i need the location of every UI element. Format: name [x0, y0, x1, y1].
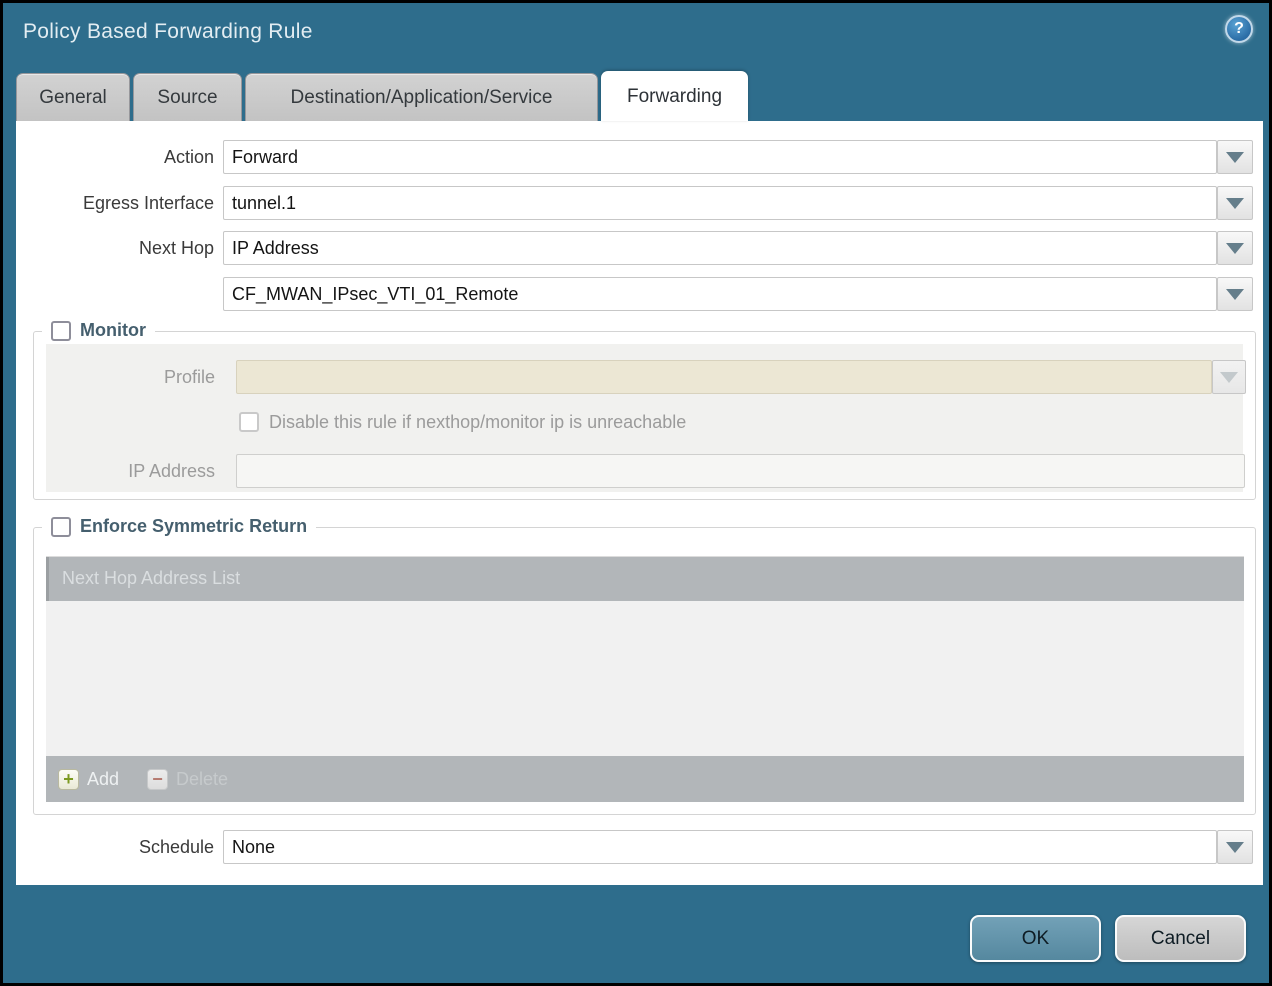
action-row: Action	[16, 140, 1263, 174]
chevron-down-icon	[1226, 152, 1244, 163]
enforce-symmetric-return-legend: Enforce Symmetric Return	[42, 516, 316, 537]
delete-button: − Delete	[147, 769, 228, 790]
next-hop-address-list-body	[46, 601, 1244, 756]
next-hop-type-dropdown-button[interactable]	[1217, 231, 1253, 265]
chevron-down-icon	[1220, 372, 1238, 383]
enforce-symmetric-return-checkbox[interactable]	[51, 517, 71, 537]
forwarding-tab-panel: Action Egress Interface Next Hop	[16, 121, 1263, 885]
monitor-section: Monitor Profile Disable this rule if nex…	[33, 331, 1256, 500]
schedule-dropdown-button[interactable]	[1217, 830, 1253, 864]
monitor-profile-input	[236, 360, 1212, 394]
action-input[interactable]	[223, 140, 1217, 174]
next-hop-address-dropdown-button[interactable]	[1217, 277, 1253, 311]
tab-source-label: Source	[157, 87, 217, 109]
tab-destination-label: Destination/Application/Service	[291, 87, 553, 109]
help-glyph: ?	[1234, 20, 1244, 38]
next-hop-row: Next Hop	[16, 231, 1263, 265]
cancel-button-label: Cancel	[1151, 928, 1210, 950]
action-dropdown-button[interactable]	[1217, 140, 1253, 174]
cancel-button[interactable]: Cancel	[1115, 915, 1246, 962]
chevron-down-icon	[1226, 198, 1244, 209]
monitor-disabled-panel: Profile Disable this rule if nexthop/mon…	[46, 344, 1243, 492]
monitor-ip-address-input	[236, 454, 1245, 488]
tab-forwarding[interactable]: Forwarding	[601, 71, 748, 121]
enforce-symmetric-return-section: Enforce Symmetric Return Next Hop Addres…	[33, 527, 1256, 815]
ok-button-label: OK	[1022, 928, 1049, 950]
monitor-profile-dropdown-button	[1212, 360, 1246, 394]
next-hop-address-list-table: Next Hop Address List + Add − Delete	[46, 556, 1244, 802]
egress-interface-label: Egress Interface	[16, 186, 214, 220]
next-hop-address-list-header: Next Hop Address List	[46, 557, 1244, 601]
chevron-down-icon	[1226, 289, 1244, 300]
tab-destination-application-service[interactable]: Destination/Application/Service	[245, 73, 598, 121]
profile-label: Profile	[46, 360, 215, 394]
plus-icon: +	[58, 769, 79, 790]
next-hop-address-row	[16, 277, 1263, 311]
schedule-label: Schedule	[16, 830, 214, 864]
next-hop-address-input[interactable]	[223, 277, 1217, 311]
tab-forwarding-label: Forwarding	[627, 86, 722, 108]
tab-general[interactable]: General	[16, 73, 130, 121]
chevron-down-icon	[1226, 243, 1244, 254]
next-hop-label: Next Hop	[16, 231, 214, 265]
page-title: Policy Based Forwarding Rule	[23, 20, 313, 44]
next-hop-type-input[interactable]	[223, 231, 1217, 265]
add-button[interactable]: + Add	[58, 769, 119, 790]
tab-bar: General Source Destination/Application/S…	[16, 72, 748, 121]
minus-icon: −	[147, 769, 168, 790]
help-icon[interactable]: ?	[1225, 15, 1253, 43]
disable-rule-row: Disable this rule if nexthop/monitor ip …	[239, 409, 686, 435]
monitor-ip-address-label: IP Address	[46, 454, 215, 488]
monitor-legend-label: Monitor	[80, 320, 146, 341]
enforce-symmetric-return-label: Enforce Symmetric Return	[80, 516, 307, 537]
next-hop-address-list-header-label: Next Hop Address List	[62, 568, 240, 589]
dialog: Policy Based Forwarding Rule ? General S…	[3, 3, 1269, 983]
schedule-row: Schedule	[16, 830, 1263, 864]
tab-source[interactable]: Source	[133, 73, 242, 121]
monitor-checkbox[interactable]	[51, 321, 71, 341]
action-label: Action	[16, 140, 214, 174]
schedule-input[interactable]	[223, 830, 1217, 864]
tab-general-label: General	[39, 87, 107, 109]
title-bar: Policy Based Forwarding Rule ?	[3, 3, 1269, 69]
egress-interface-input[interactable]	[223, 186, 1217, 220]
monitor-legend: Monitor	[42, 320, 155, 341]
egress-interface-dropdown-button[interactable]	[1217, 186, 1253, 220]
next-hop-address-list-footer: + Add − Delete	[46, 756, 1244, 802]
delete-button-label: Delete	[176, 769, 228, 790]
add-button-label: Add	[87, 769, 119, 790]
disable-rule-checkbox	[239, 412, 259, 432]
egress-interface-row: Egress Interface	[16, 186, 1263, 220]
disable-rule-label: Disable this rule if nexthop/monitor ip …	[269, 412, 686, 433]
chevron-down-icon	[1226, 842, 1244, 853]
ok-button[interactable]: OK	[970, 915, 1101, 962]
